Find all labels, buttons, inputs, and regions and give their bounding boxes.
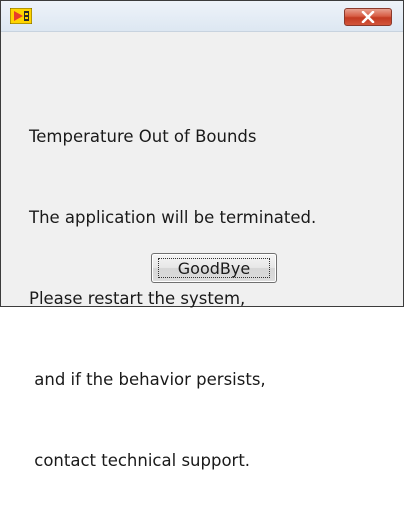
title-bar[interactable]	[1, 1, 403, 32]
message-line: contact technical support.	[29, 451, 251, 470]
labview-app-icon	[9, 7, 33, 25]
message-line: The application will be terminated.	[29, 208, 317, 227]
dialog-window: Temperature Out of Bounds The applicatio…	[0, 0, 404, 470]
message-line: Temperature Out of Bounds	[29, 127, 257, 146]
close-button[interactable]	[344, 8, 392, 26]
message-line: and if the behavior persists,	[29, 370, 266, 389]
message-line: Please restart the system,	[29, 289, 246, 308]
goodbye-button-label: GoodBye	[158, 258, 270, 278]
close-icon	[361, 11, 375, 23]
error-message: Temperature Out of Bounds The applicatio…	[29, 69, 316, 528]
goodbye-button[interactable]: GoodBye	[151, 253, 277, 283]
